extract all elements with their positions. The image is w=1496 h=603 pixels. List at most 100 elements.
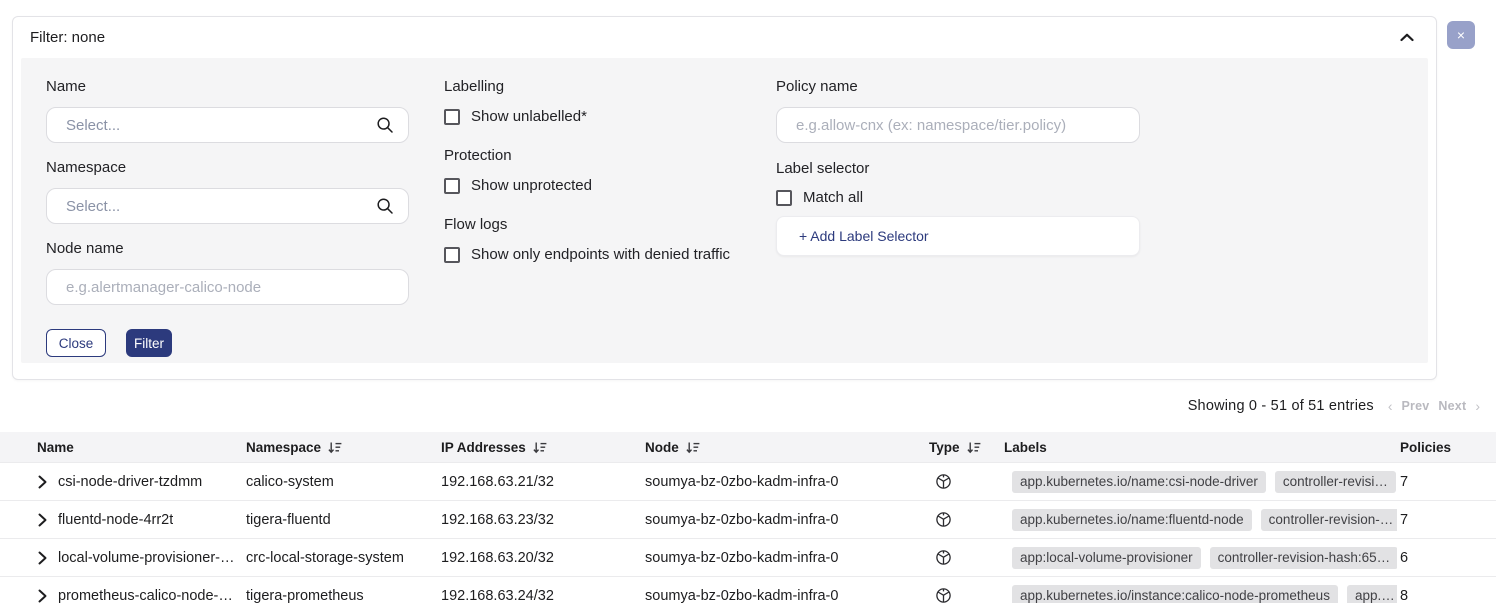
policy-name-input[interactable] <box>796 117 1125 134</box>
prev-chevron-icon[interactable]: ‹ <box>1388 399 1393 413</box>
entries-count: Showing 0 - 51 of 51 entries <box>1188 398 1374 414</box>
show-unlabelled-checkbox[interactable] <box>444 109 460 125</box>
prev-page-button[interactable]: Prev <box>1402 399 1430 413</box>
endpoint-policies-count: 6 <box>1397 550 1496 566</box>
chevron-right-icon <box>38 589 47 603</box>
filter-panel-title: Filter: none <box>30 29 105 46</box>
next-chevron-icon[interactable]: › <box>1475 399 1480 413</box>
show-unlabelled-label: Show unlabelled* <box>471 108 587 125</box>
match-all-row: Match all <box>776 189 1140 206</box>
endpoint-namespace: crc-local-storage-system <box>246 550 441 566</box>
filter-form-column-1: Name Namespace Node name <box>46 78 409 363</box>
labelling-group-label: Labelling <box>444 78 754 95</box>
table-row[interactable]: prometheus-calico-node-… tigera-promethe… <box>0 576 1496 603</box>
endpoint-node: soumya-bz-0zbo-kadm-infra-0 <box>645 512 929 528</box>
endpoint-namespace: tigera-fluentd <box>246 512 441 528</box>
label-chip: controller-revision-… <box>1261 509 1397 531</box>
column-header-name[interactable]: Name <box>0 440 246 455</box>
filter-collapse-button[interactable] <box>1398 31 1416 44</box>
endpoints-page: Filter: none Name Namespace <box>0 0 1496 603</box>
column-header-type[interactable]: Type <box>929 440 1004 455</box>
table-row[interactable]: csi-node-driver-tzdmm calico-system 192.… <box>0 462 1496 500</box>
show-denied-traffic-row: Show only endpoints with denied traffic <box>444 246 754 263</box>
match-all-label: Match all <box>803 189 863 206</box>
table-row[interactable]: local-volume-provisioner-… crc-local-sto… <box>0 538 1496 576</box>
show-unprotected-checkbox[interactable] <box>444 178 460 194</box>
add-label-selector-button[interactable]: + Add Label Selector <box>776 216 1140 256</box>
chevron-up-icon <box>1400 33 1414 42</box>
show-unprotected-row: Show unprotected <box>444 177 754 194</box>
show-unlabelled-row: Show unlabelled* <box>444 108 754 125</box>
endpoint-node: soumya-bz-0zbo-kadm-infra-0 <box>645 550 929 566</box>
sort-icon <box>686 441 700 454</box>
sort-icon <box>533 441 547 454</box>
label-chip: controller-revisi… <box>1275 471 1396 493</box>
node-name-field[interactable] <box>46 269 409 305</box>
policy-name-field[interactable] <box>776 107 1140 143</box>
endpoint-labels: app.kubernetes.io/instance:calico-node-p… <box>1004 585 1397 603</box>
endpoint-policies-count: 7 <box>1397 474 1496 490</box>
next-page-button[interactable]: Next <box>1438 399 1466 413</box>
endpoint-ip: 192.168.63.23/32 <box>441 512 645 528</box>
namespace-field-label: Namespace <box>46 159 409 176</box>
table-row[interactable]: fluentd-node-4rr2t tigera-fluentd 192.16… <box>0 500 1496 538</box>
show-denied-traffic-label: Show only endpoints with denied traffic <box>471 246 730 263</box>
endpoint-ip: 192.168.63.24/32 <box>441 588 645 603</box>
name-field-label: Name <box>46 78 409 95</box>
close-icon: × <box>1457 28 1465 42</box>
name-select[interactable] <box>46 107 409 143</box>
table-header-row: Name Namespace IP Addresses Node <box>0 432 1496 462</box>
label-selector-group-label: Label selector <box>776 160 1140 177</box>
endpoint-ip: 192.168.63.21/32 <box>441 474 645 490</box>
endpoint-ip: 192.168.63.20/32 <box>441 550 645 566</box>
endpoint-name: csi-node-driver-tzdmm <box>58 474 202 490</box>
policy-name-field-label: Policy name <box>776 78 1140 95</box>
search-icon <box>376 197 394 215</box>
endpoint-namespace: tigera-prometheus <box>246 588 441 603</box>
endpoints-table: Name Namespace IP Addresses Node <box>0 432 1496 603</box>
endpoint-name: local-volume-provisioner-… <box>58 550 234 566</box>
panel-close-button[interactable]: × <box>1447 21 1475 49</box>
name-select-input[interactable] <box>66 117 376 134</box>
column-header-labels[interactable]: Labels <box>1004 440 1397 455</box>
namespace-select[interactable] <box>46 188 409 224</box>
pod-icon <box>935 511 952 528</box>
label-chip: app.kubernetes.io/instance:calico-node-p… <box>1012 585 1338 603</box>
label-chip: app.… <box>1347 585 1397 603</box>
endpoint-labels: app.kubernetes.io/name:csi-node-driver c… <box>1004 471 1397 493</box>
label-chip: controller-revision-hash:65… <box>1210 547 1397 569</box>
endpoint-node: soumya-bz-0zbo-kadm-infra-0 <box>645 588 929 603</box>
close-button[interactable]: Close <box>46 329 106 357</box>
flow-logs-group-label: Flow logs <box>444 216 754 233</box>
column-header-policies[interactable]: Policies <box>1397 440 1496 455</box>
label-chip: app:local-volume-provisioner <box>1012 547 1201 569</box>
show-denied-traffic-checkbox[interactable] <box>444 247 460 263</box>
endpoint-labels: app.kubernetes.io/name:fluentd-node cont… <box>1004 509 1397 531</box>
filter-panel: Filter: none Name Namespace <box>12 16 1437 380</box>
label-chip: app.kubernetes.io/name:csi-node-driver <box>1012 471 1266 493</box>
row-expand-button[interactable] <box>38 513 47 527</box>
filter-button[interactable]: Filter <box>126 329 172 357</box>
endpoint-labels: app:local-volume-provisioner controller-… <box>1004 547 1397 569</box>
row-expand-button[interactable] <box>38 589 47 603</box>
endpoint-type <box>929 587 1004 603</box>
chevron-right-icon <box>38 551 47 565</box>
chevron-right-icon <box>38 513 47 527</box>
label-chip: app.kubernetes.io/name:fluentd-node <box>1012 509 1252 531</box>
column-header-node[interactable]: Node <box>645 440 929 455</box>
row-expand-button[interactable] <box>38 551 47 565</box>
match-all-checkbox[interactable] <box>776 190 792 206</box>
column-header-ip-addresses[interactable]: IP Addresses <box>441 440 645 455</box>
filter-form-column-3: Policy name Label selector Match all + A… <box>776 78 1140 363</box>
node-name-field-label: Node name <box>46 240 409 257</box>
node-name-input[interactable] <box>66 279 394 296</box>
show-unprotected-label: Show unprotected <box>471 177 592 194</box>
endpoint-node: soumya-bz-0zbo-kadm-infra-0 <box>645 474 929 490</box>
search-icon <box>376 116 394 134</box>
namespace-select-input[interactable] <box>66 198 376 215</box>
endpoint-type <box>929 511 1004 528</box>
filter-panel-header: Filter: none <box>13 17 1436 58</box>
row-expand-button[interactable] <box>38 475 47 489</box>
pod-icon <box>935 587 952 603</box>
column-header-namespace[interactable]: Namespace <box>246 440 441 455</box>
